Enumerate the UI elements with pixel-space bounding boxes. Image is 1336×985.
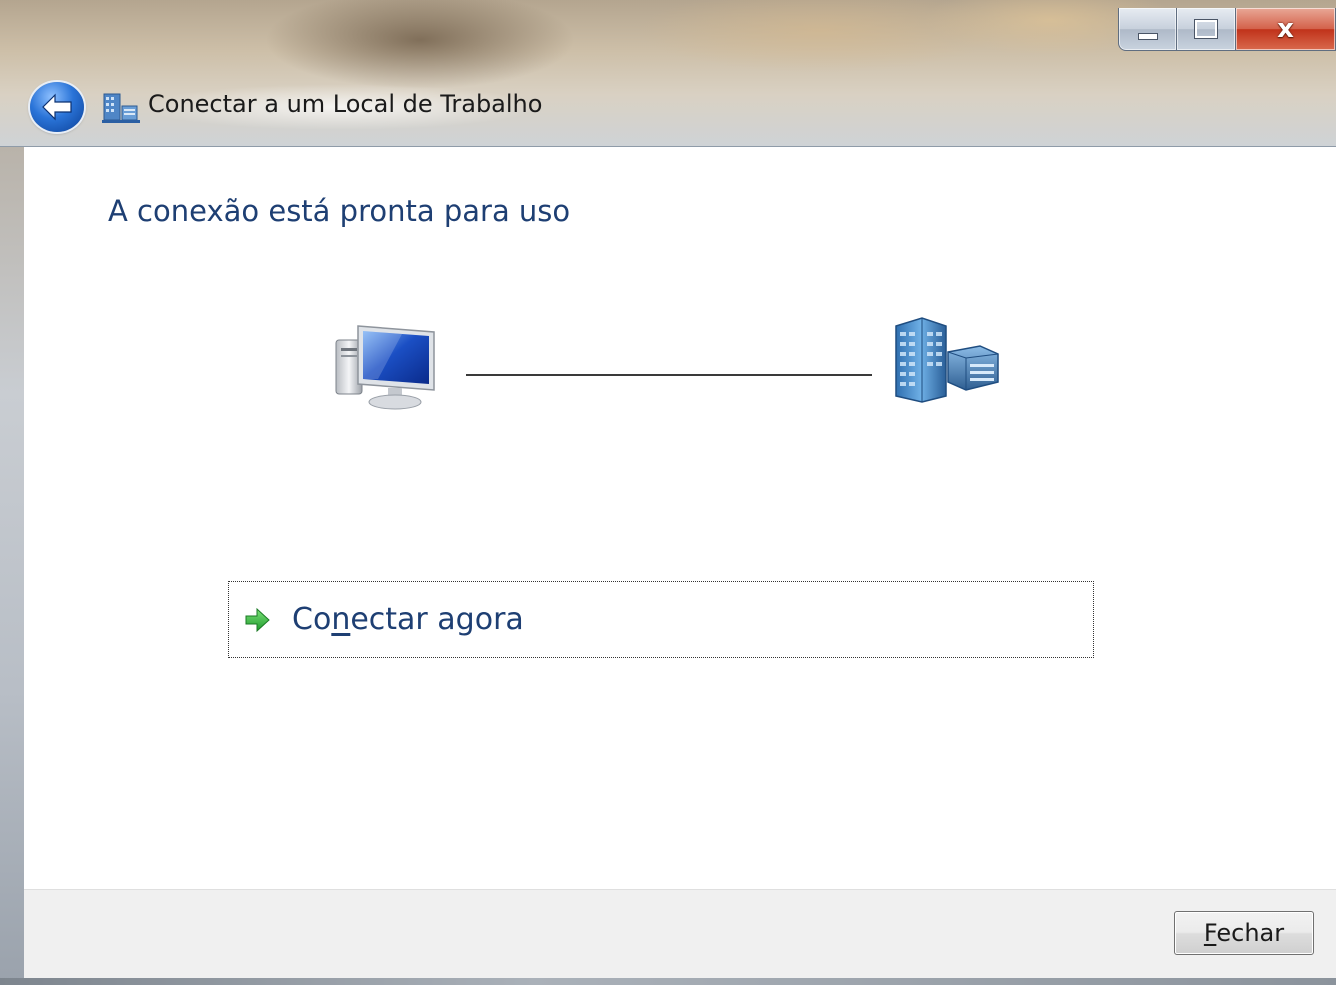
window-title: Conectar a um Local de Trabalho xyxy=(148,90,543,118)
back-button[interactable] xyxy=(30,82,84,132)
connection-line xyxy=(466,374,872,376)
window-frame-bottom xyxy=(0,978,1336,985)
footer-bar xyxy=(24,889,1336,979)
close-button[interactable]: Fechar xyxy=(1174,911,1314,955)
maximize-icon xyxy=(1194,19,1219,39)
minimize-icon xyxy=(1137,32,1158,40)
close-window-button[interactable]: x xyxy=(1235,8,1336,51)
minimize-button[interactable] xyxy=(1118,8,1178,51)
close-icon: x xyxy=(1277,14,1294,44)
caption-buttons: x xyxy=(1118,8,1336,52)
workplace-network-icon xyxy=(102,93,140,123)
title-bar[interactable]: Conectar a um Local de Trabalho x xyxy=(0,0,1336,147)
page-heading: A conexão está pronta para uso xyxy=(108,194,571,228)
connect-now-label: Conectar agora xyxy=(292,602,524,637)
green-arrow-icon xyxy=(242,605,272,635)
connect-workplace-window: Conectar a um Local de Trabalho x A cone… xyxy=(0,0,1336,985)
back-arrow-icon xyxy=(42,93,72,121)
server-building-icon xyxy=(895,317,999,403)
window-frame-left xyxy=(0,0,24,985)
computer-icon xyxy=(335,325,435,410)
content-area xyxy=(24,147,1336,889)
connect-now-link[interactable]: Conectar agora xyxy=(228,581,1094,658)
close-button-label: Fechar xyxy=(1203,919,1285,947)
maximize-button[interactable] xyxy=(1177,8,1236,51)
